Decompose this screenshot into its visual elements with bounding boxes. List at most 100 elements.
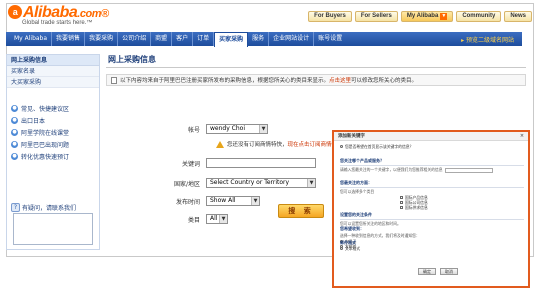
sidebar-link-quick-booking[interactable]: ● 转化优惠快速预订 (11, 150, 99, 162)
info-bullet-icon: ● (11, 116, 18, 124)
popup-product-heading: 您关注哪个产品或服务？ (340, 158, 384, 163)
popup-intro-section: 您是否希望在首页显示该关键字的信息？ (340, 144, 524, 149)
nav-item-buy[interactable]: 我要采购 (85, 32, 119, 46)
news-link[interactable]: News (504, 11, 532, 22)
sidebar-header[interactable]: 网上采购信息 (7, 55, 99, 66)
popup-receive-heading: 您希望收到： (340, 226, 364, 231)
sidebar-link-quick-tips[interactable]: ● 常见、快捷建议区 (11, 102, 99, 114)
nav-item-account-settings[interactable]: 账号设置 (314, 32, 346, 46)
region-select[interactable]: Select Country or Territory ▼ (206, 178, 316, 188)
preview-subdomain-label: 预览二级域名网站 (465, 36, 514, 44)
region-value: Select Country or Territory (210, 179, 290, 186)
for-buyers-link[interactable]: For Buyers (308, 11, 352, 22)
nav-item-website-design[interactable]: 企业网站设计 (269, 32, 315, 46)
category-select[interactable]: All ▼ (206, 214, 228, 224)
keyword-row: 关键词 (106, 158, 316, 168)
popup-intro-option[interactable]: 您是否希望在首页显示该关键字的信息？ (340, 144, 524, 149)
info-text: 以下内容均来自于阿里巴巴注册买家所发布的采购信息，根据您所关心的类目来显示。 (120, 78, 330, 84)
popup-keyword-input[interactable] (444, 167, 493, 173)
checkbox-icon (340, 145, 343, 148)
change-category-link[interactable]: 点击这里 (329, 76, 351, 84)
search-button[interactable]: 搜 索 (278, 204, 324, 218)
popup-intro-text: 您是否希望在首页显示该关键字的信息？ (345, 143, 414, 149)
nav-item-company[interactable]: 公司介绍 (118, 32, 152, 46)
popup-option-supply[interactable]: 国际供求信息 (400, 205, 524, 210)
my-alibaba-menu[interactable]: My Alibaba ▼ (400, 11, 454, 22)
alibaba-logo[interactable]: a Alibaba.com® Global trade starts here.™ (8, 4, 109, 26)
account-row: 帐号 wendy Choi ▼ (106, 124, 268, 134)
for-sellers-link[interactable]: For Sellers (354, 11, 398, 22)
logo-text: Alibaba (23, 4, 78, 21)
category-label: 类目 (187, 216, 200, 224)
sidebar-link-export-japan[interactable]: ● 出口日本 (11, 114, 99, 126)
nav-item-sell[interactable]: 我要销售 (52, 32, 86, 46)
preview-subdomain-link[interactable]: ▸ 预览二级域名网站 (461, 35, 522, 44)
dropdown-arrow-icon: ▼ (219, 215, 227, 223)
sidebar-link-online-class[interactable]: ● 阿里学院在线课堂 (11, 126, 99, 138)
my-alibaba-label: My Alibaba (406, 13, 439, 19)
nav-item-orders[interactable]: 订单 (193, 32, 215, 46)
chevron-down-icon: ▼ (440, 13, 448, 20)
nav-item-trade-group[interactable]: 商盟 (151, 32, 173, 46)
popup-interest-heading: 您最关注的方面： (340, 180, 372, 185)
account-label: 帐号 (187, 126, 200, 134)
add-keyword-popup: 添加新关键字 × 您是否希望在首页显示该关键字的信息？ 您关注哪个产品或服务？ … (332, 130, 530, 288)
info-bullet-icon: ● (11, 140, 18, 148)
contact-message-box[interactable] (13, 213, 93, 245)
region-label: 国家/地区 (173, 180, 200, 188)
account-value: wendy Choi (210, 125, 245, 132)
checkbox-icon (400, 201, 403, 204)
logo-suffix: .com (77, 8, 101, 20)
checkbox-icon (400, 206, 403, 209)
sidebar-item-major-buyers[interactable]: 大买家采购 (7, 77, 99, 88)
popup-format-section: 邮件格式 文本格式 (340, 240, 524, 251)
dropdown-arrow-icon: ▼ (251, 197, 259, 205)
popup-title-bar: 添加新关键字 × (334, 132, 528, 141)
checkbox-icon (400, 196, 403, 199)
contact-us-link[interactable]: ? 有疑问，请联系我们 (11, 203, 76, 212)
subscribe-warning: 您还没有订阅商情特快， 现在点击订阅商情特快 (216, 140, 343, 148)
category-row: 类目 All ▼ (106, 214, 228, 224)
nav-item-services[interactable]: 服务 (248, 32, 270, 46)
region-row: 国家/地区 Select Country or Territory ▼ (106, 178, 316, 188)
account-select[interactable]: wendy Choi ▼ (206, 124, 268, 134)
logo-registered-mark: ® (100, 8, 109, 20)
document-icon (111, 76, 117, 84)
post-time-select[interactable]: Show All ▼ (206, 196, 260, 206)
sidebar-link-problems[interactable]: ● 阿里巴巴出现问题 (11, 138, 99, 150)
radio-icon (340, 247, 343, 250)
info-tail-text: 可以修改您所关心的类目。 (351, 78, 418, 84)
popup-conditions-section: 设置您的关注条件 您可以设置您所关注的地区和时间。 (340, 212, 524, 227)
nav-item-buyer-purchasing[interactable]: 买家采购 (214, 32, 249, 47)
divider (340, 219, 524, 220)
info-bar: 以下内容均来自于阿里巴巴注册买家所发布的采购信息，根据您所关心的类目来显示。 点… (106, 74, 526, 86)
top-links: For Buyers For Sellers My Alibaba ▼ Commu… (308, 11, 532, 22)
sidebar-link-label: 出口日本 (21, 117, 46, 125)
popup-format-label: 文本格式 (345, 245, 361, 251)
sidebar-link-label: 常见、快捷建议区 (21, 105, 70, 113)
info-bullet-icon: ● (11, 128, 18, 136)
sidebar-link-label: 转化优惠快速预订 (21, 153, 70, 161)
popup-product-section: 您关注哪个产品或服务？ 请输入您最关注的一个关键字，以便我们为您推荐相关的信息 (340, 158, 524, 173)
post-time-value: Show All (210, 197, 236, 204)
popup-product-text: 请输入您最关注的一个关键字，以便我们为您推荐相关的信息 (340, 167, 524, 173)
popup-format-text[interactable]: 文本格式 (340, 246, 524, 251)
popup-ok-button[interactable]: 确定 (418, 268, 436, 275)
popup-title: 添加新关键字 (338, 134, 365, 139)
sidebar-link-label: 阿里学院在线课堂 (21, 129, 70, 137)
popup-conditions-heading: 设置您的关注条件 (340, 212, 372, 217)
keyword-input[interactable] (206, 158, 316, 168)
community-link[interactable]: Community (456, 11, 502, 22)
close-icon[interactable]: × (519, 133, 525, 139)
divider (340, 165, 524, 166)
nav-item-customers[interactable]: 客户 (172, 32, 194, 46)
sidebar-links: ● 常见、快捷建议区 ● 出口日本 ● 阿里学院在线课堂 ● 阿里巴巴出现问题 ● 转化优… (7, 88, 99, 162)
popup-cancel-button[interactable]: 取消 (440, 268, 458, 275)
nav-item-my-alibaba[interactable]: My Alibaba (10, 32, 53, 46)
question-icon: ? (11, 203, 20, 212)
dropdown-arrow-icon: ▼ (259, 125, 267, 133)
popup-option-label: 国际供求信息 (405, 204, 428, 210)
popup-product-hint: 请输入您最关注的一个关键字，以便我们为您推荐相关的信息 (340, 167, 443, 172)
sidebar-item-buyer-directory[interactable]: 买家名录 (7, 66, 99, 77)
dropdown-arrow-icon: ▼ (307, 179, 315, 187)
